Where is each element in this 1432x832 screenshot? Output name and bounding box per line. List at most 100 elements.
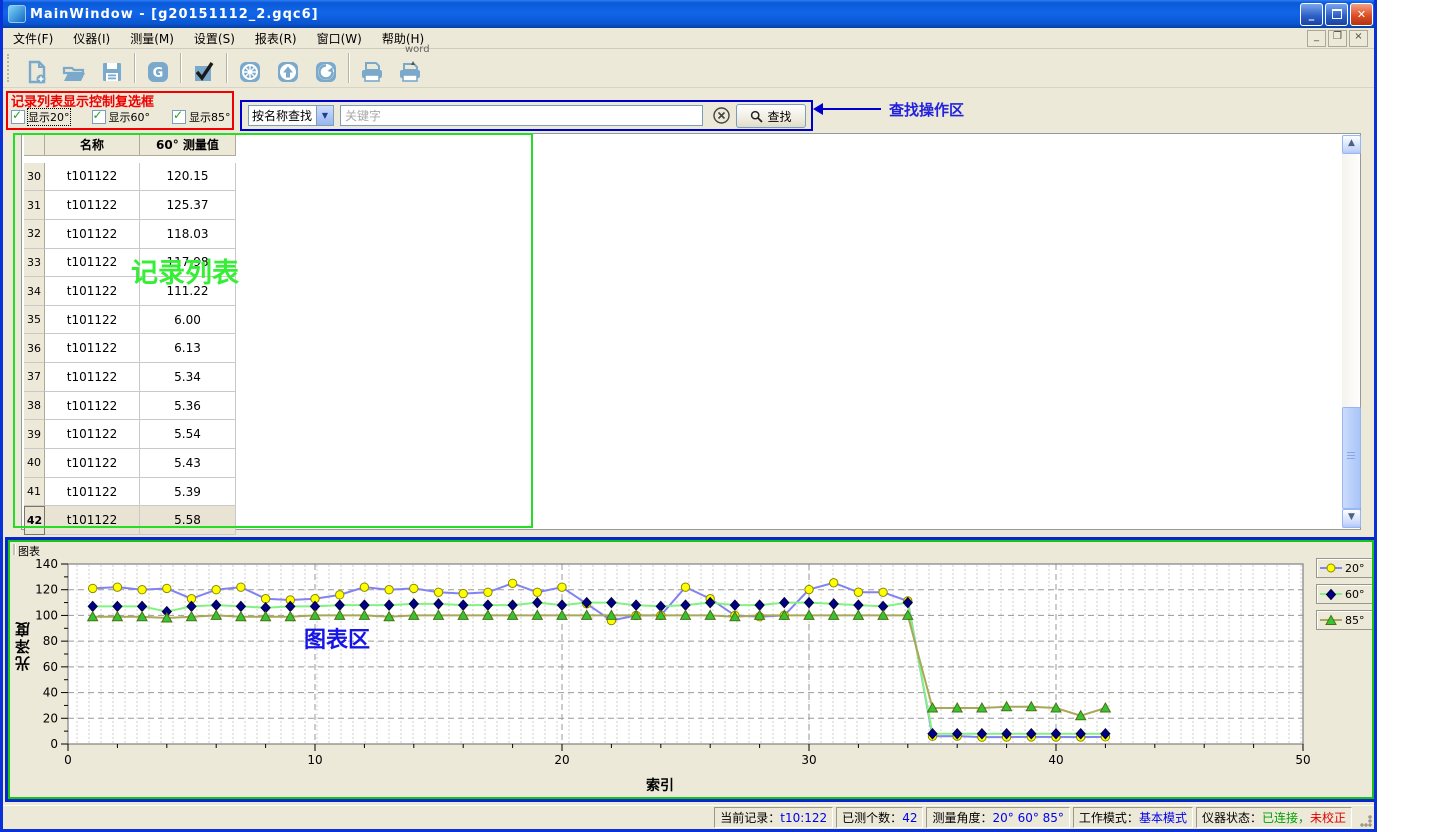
toolbar-grip[interactable] [7, 54, 13, 82]
minimize-button[interactable]: _ [1300, 3, 1323, 26]
checkbox-check-icon[interactable] [172, 110, 186, 124]
svg-text:40: 40 [1048, 753, 1063, 767]
column-header-name[interactable]: 名称 [45, 134, 140, 156]
close-button[interactable]: ✕ [1350, 3, 1373, 26]
column-header-num[interactable] [24, 134, 45, 156]
new-file-icon[interactable] [17, 51, 55, 85]
legend-item-20[interactable]: 20° [1316, 558, 1374, 578]
checkbox-label: 显示85° [189, 109, 231, 125]
record-name-cell[interactable]: t101122 [45, 478, 140, 507]
status-device-state: 仪器状态：已连接，未校正 [1196, 807, 1352, 828]
verify-check-icon[interactable] [185, 51, 223, 85]
record-value-cell[interactable]: 5.58 [140, 506, 236, 535]
find-button-label: 查找 [767, 108, 791, 125]
legend-item-85[interactable]: 85° [1316, 610, 1374, 630]
record-name-cell[interactable]: t101122 [45, 334, 140, 363]
restore-icon [1332, 9, 1342, 19]
search-input[interactable] [340, 105, 703, 126]
menu-item-2[interactable]: 测量(M) [120, 28, 184, 48]
scroll-up-icon[interactable]: ▲ [1342, 135, 1361, 154]
record-name-cell[interactable]: t101122 [45, 506, 140, 535]
chart-annotation-label: 图表区 [304, 622, 370, 654]
clear-search-button[interactable] [712, 106, 731, 125]
row-number[interactable]: 30 [24, 163, 45, 192]
save-icon[interactable] [93, 51, 131, 85]
print-word-icon[interactable]: word [391, 51, 429, 85]
record-name-cell[interactable]: t101122 [45, 220, 140, 249]
record-value-cell[interactable]: 6.00 [140, 306, 236, 335]
record-value-cell[interactable]: 118.03 [140, 220, 236, 249]
record-value-cell[interactable]: 111.22 [140, 277, 236, 306]
checkbox-check-icon[interactable] [11, 110, 25, 124]
record-value-cell[interactable]: 125.37 [140, 191, 236, 220]
record-name-cell[interactable]: t101122 [45, 306, 140, 335]
mdi-minimize-button[interactable]: _ [1307, 30, 1326, 47]
title-bar[interactable]: MainWindow - [g20151112_2.gqc6] _ ✕ [0, 0, 1377, 28]
search-mode-combobox[interactable]: 按名称查找 ▼ [248, 105, 334, 126]
wheel-icon[interactable] [231, 51, 269, 85]
sync-icon[interactable] [307, 51, 345, 85]
resize-grip[interactable] [1359, 814, 1372, 827]
display-checkbox-1[interactable]: 显示60° [92, 109, 151, 125]
gloss-line-chart[interactable]: 02040608010012014001020304050 [16, 556, 1316, 774]
display-checkbox-0[interactable]: 显示20° [11, 109, 70, 125]
row-number[interactable]: 31 [24, 191, 45, 220]
record-value-cell[interactable]: 5.54 [140, 420, 236, 449]
record-value-cell[interactable]: 120.15 [140, 163, 236, 192]
menu-item-0[interactable]: 文件(F) [3, 28, 63, 48]
legend-label: 85° [1345, 614, 1365, 627]
menu-item-3[interactable]: 设置(S) [184, 28, 245, 48]
legend-marker-icon [1319, 588, 1343, 600]
display-checkbox-2[interactable]: 显示85° [172, 109, 231, 125]
record-value-cell[interactable]: 5.36 [140, 392, 236, 421]
chevron-down-icon[interactable]: ▼ [316, 106, 333, 125]
checkbox-check-icon[interactable] [92, 110, 106, 124]
maximize-button[interactable] [1325, 3, 1348, 26]
mdi-restore-button[interactable]: ❐ [1328, 30, 1347, 47]
scrollbar-thumb[interactable] [1342, 407, 1361, 509]
open-file-icon[interactable] [55, 51, 93, 85]
menu-item-5[interactable]: 窗口(W) [307, 28, 372, 48]
record-name-cell[interactable]: t101122 [45, 191, 140, 220]
row-number[interactable]: 41 [24, 478, 45, 507]
row-number[interactable]: 37 [24, 363, 45, 392]
svg-text:100: 100 [35, 608, 58, 622]
status-angles: 测量角度：20° 60° 85° [926, 807, 1069, 828]
status-device-state-label: 仪器状态： [1202, 811, 1262, 825]
column-header-value[interactable]: 60° 测量值 [140, 134, 236, 156]
upload-icon[interactable] [269, 51, 307, 85]
vertical-scrollbar[interactable]: ▲ ▼ [1342, 135, 1359, 528]
record-name-cell[interactable]: t101122 [45, 392, 140, 421]
word-caption: word [405, 44, 430, 55]
record-name-cell[interactable]: t101122 [45, 449, 140, 478]
row-number[interactable]: 35 [24, 306, 45, 335]
record-name-cell[interactable]: t101122 [45, 163, 140, 192]
menu-item-1[interactable]: 仪器(I) [63, 28, 120, 48]
row-number[interactable]: 33 [24, 249, 45, 278]
row-number[interactable]: 38 [24, 392, 45, 421]
mdi-close-button[interactable]: × [1349, 30, 1368, 47]
record-value-cell[interactable]: 117.98 [140, 249, 236, 278]
record-value-cell[interactable]: 6.13 [140, 334, 236, 363]
row-number[interactable]: 39 [24, 420, 45, 449]
record-name-cell[interactable]: t101122 [45, 277, 140, 306]
legend-item-60[interactable]: 60° [1316, 584, 1374, 604]
row-number[interactable]: 34 [24, 277, 45, 306]
record-name-cell[interactable]: t101122 [45, 363, 140, 392]
scroll-down-icon[interactable]: ▼ [1342, 509, 1361, 528]
find-button[interactable]: 查找 [736, 104, 806, 128]
record-name-cell[interactable]: t101122 [45, 420, 140, 449]
row-number[interactable]: 32 [24, 220, 45, 249]
export-g-icon[interactable]: G [139, 51, 177, 85]
menu-item-4[interactable]: 报表(R) [245, 28, 307, 48]
record-value-cell[interactable]: 5.39 [140, 478, 236, 507]
record-value-cell[interactable]: 5.43 [140, 449, 236, 478]
print-icon[interactable] [353, 51, 391, 85]
svg-text:10: 10 [307, 753, 322, 767]
row-number[interactable]: 36 [24, 334, 45, 363]
row-number[interactable]: 40 [24, 449, 45, 478]
row-number[interactable]: 42 [24, 506, 45, 535]
svg-text:30: 30 [801, 753, 816, 767]
record-name-cell[interactable]: t101122 [45, 249, 140, 278]
record-value-cell[interactable]: 5.34 [140, 363, 236, 392]
